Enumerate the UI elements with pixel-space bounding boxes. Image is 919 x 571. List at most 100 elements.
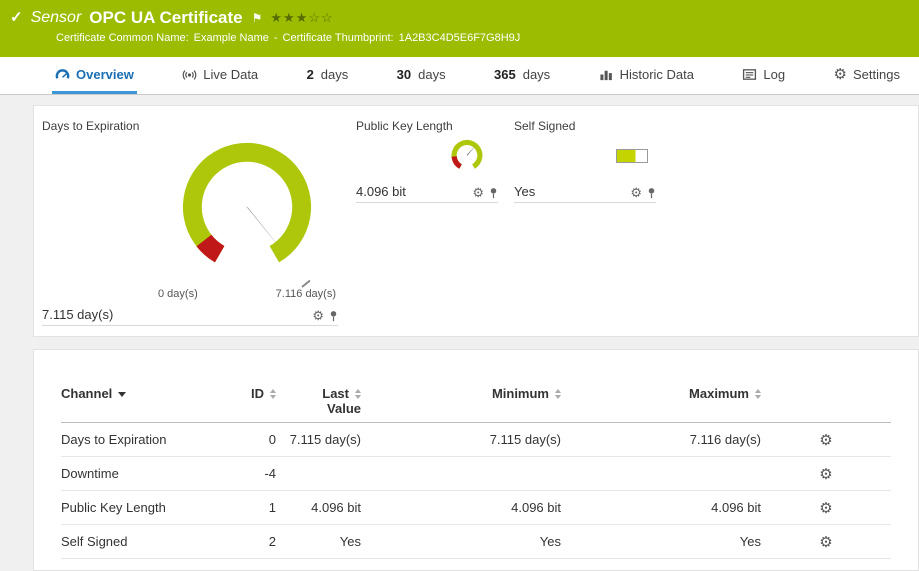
channel-tile-self-signed[interactable]: Self Signed Yes ⚙ xyxy=(514,119,656,203)
tab-overview[interactable]: Overview xyxy=(52,57,137,94)
cell-minimum: 7.115 day(s) xyxy=(361,432,561,447)
tab-label: days xyxy=(321,67,348,82)
cell-channel: Self Signed xyxy=(61,534,231,549)
tab-number: 2 xyxy=(307,67,314,82)
cell-maximum: 7.116 day(s) xyxy=(561,432,761,447)
days-to-expiration-gauge xyxy=(156,133,338,285)
sort-caret-down-icon xyxy=(118,392,126,397)
pin-icon[interactable] xyxy=(647,187,656,199)
pin-icon[interactable] xyxy=(489,187,498,199)
column-header-id[interactable]: ID xyxy=(231,386,276,401)
column-label: ID xyxy=(251,386,264,401)
column-label: Channel xyxy=(61,386,112,401)
channel-tile-days-to-expiration[interactable]: Days to Expiration 0 day(s) 7.116 day(s)… xyxy=(42,119,338,326)
tab-label: Overview xyxy=(76,67,134,82)
gauge-wrapper xyxy=(356,133,498,177)
table-row[interactable]: Public Key Length 1 4.096 bit 4.096 bit … xyxy=(61,491,891,525)
channel-footer: 4.096 bit ⚙ xyxy=(356,184,498,203)
channel-settings-gear-icon[interactable]: ⚙ xyxy=(761,533,891,551)
sort-icon xyxy=(755,389,761,399)
cell-id: 2 xyxy=(231,534,276,549)
tab-30-days[interactable]: 30 days xyxy=(394,57,449,94)
channel-footer: 7.115 day(s) ⚙ xyxy=(42,307,338,326)
tab-settings[interactable]: ⚙ Settings xyxy=(831,57,903,94)
channel-title: Days to Expiration xyxy=(42,119,338,133)
cell-maximum: Yes xyxy=(561,534,761,549)
channel-settings-gear-icon[interactable]: ⚙ xyxy=(761,499,891,517)
needle-marker-icon xyxy=(300,279,312,288)
tab-2-days[interactable]: 2 days xyxy=(304,57,352,94)
content-area: Days to Expiration 0 day(s) 7.116 day(s)… xyxy=(0,95,919,571)
subtitle-dash: - xyxy=(274,32,278,44)
cell-minimum: 4.096 bit xyxy=(361,500,561,515)
pin-icon[interactable] xyxy=(329,310,338,322)
channel-footer: Yes ⚙ xyxy=(514,184,656,203)
cell-id: -4 xyxy=(231,466,276,481)
table-header-row: Channel ID Last Value Minimum Maximum xyxy=(61,386,891,423)
table-row[interactable]: Downtime -4 ⚙ xyxy=(61,457,891,491)
channel-settings-gear-icon[interactable]: ⚙ xyxy=(761,431,891,449)
self-signed-indicator xyxy=(616,149,648,163)
tab-label: Historic Data xyxy=(620,67,694,82)
tab-number: 30 xyxy=(397,67,411,82)
public-key-length-gauge xyxy=(444,136,490,176)
column-label: Minimum xyxy=(492,386,549,401)
column-label: Maximum xyxy=(689,386,749,401)
cell-channel: Public Key Length xyxy=(61,500,231,515)
cell-channel: Downtime xyxy=(61,466,231,481)
historic-data-chart-icon xyxy=(599,67,614,82)
tab-bar: Overview Live Data 2 days 30 days 365 da… xyxy=(0,57,919,95)
gauge-min-label: 0 day(s) xyxy=(158,288,198,300)
sensor-subtitle: Certificate Common Name:Example Name-Cer… xyxy=(56,32,919,44)
live-data-broadcast-icon xyxy=(182,67,197,82)
gauge-max-label: 7.116 day(s) xyxy=(276,288,336,300)
gauges-panel: Days to Expiration 0 day(s) 7.116 day(s)… xyxy=(33,105,919,337)
page: { "colors": { "header_green": "#9bbc00",… xyxy=(0,0,919,571)
channel-last-value: Yes xyxy=(514,184,535,199)
page-title: OPC UA Certificate xyxy=(89,7,242,29)
cell-maximum: 4.096 bit xyxy=(561,500,761,515)
cell-minimum: Yes xyxy=(361,534,561,549)
cell-channel: Days to Expiration xyxy=(61,432,231,447)
tab-label: days xyxy=(523,67,550,82)
overview-gauge-icon xyxy=(55,67,70,82)
stars-empty: ☆☆ xyxy=(308,10,333,25)
column-header-last-value[interactable]: Last Value xyxy=(276,386,361,416)
priority-stars[interactable]: ★★★☆☆ xyxy=(270,7,333,29)
column-label: Value xyxy=(327,401,361,416)
tab-number: 365 xyxy=(494,67,516,82)
log-list-icon xyxy=(742,67,757,82)
cell-last-value: Yes xyxy=(276,534,361,549)
stars-filled: ★★★ xyxy=(270,10,308,25)
gauge-scale-labels: 0 day(s) 7.116 day(s) xyxy=(156,279,338,300)
gauge-wrapper: 0 day(s) 7.116 day(s) xyxy=(156,133,338,300)
tab-live-data[interactable]: Live Data xyxy=(179,57,261,94)
settings-gear-icon: ⚙ xyxy=(834,67,847,82)
channel-gear-icon[interactable]: ⚙ xyxy=(630,186,642,199)
tab-label: Log xyxy=(763,67,785,82)
channel-gear-icon[interactable]: ⚙ xyxy=(472,186,484,199)
channel-tile-public-key-length[interactable]: Public Key Length 4.096 bit ⚙ xyxy=(356,119,498,203)
cell-id: 0 xyxy=(231,432,276,447)
sensor-header: ✓ Sensor OPC UA Certificate ⚑ ★★★☆☆ Cert… xyxy=(0,0,919,57)
channel-gear-icon[interactable]: ⚙ xyxy=(312,309,324,322)
tab-log[interactable]: Log xyxy=(739,57,788,94)
table-row[interactable]: Days to Expiration 0 7.115 day(s) 7.115 … xyxy=(61,423,891,457)
common-name-label: Certificate Common Name: xyxy=(56,32,189,44)
channel-title: Self Signed xyxy=(514,119,656,133)
gauge-wrapper xyxy=(514,133,656,177)
table-row[interactable]: Self Signed 2 Yes Yes Yes ⚙ xyxy=(61,525,891,559)
thumbprint-value: 1A2B3C4D5E6F7G8H9J xyxy=(399,32,521,44)
column-header-minimum[interactable]: Minimum xyxy=(361,386,561,401)
flag-icon[interactable]: ⚑ xyxy=(252,7,263,29)
column-header-channel[interactable]: Channel xyxy=(61,386,231,401)
cell-id: 1 xyxy=(231,500,276,515)
tab-365-days[interactable]: 365 days xyxy=(491,57,553,94)
thumbprint-label: Certificate Thumbprint: xyxy=(283,32,394,44)
channel-last-value: 4.096 bit xyxy=(356,184,406,199)
column-header-maximum[interactable]: Maximum xyxy=(561,386,761,401)
tab-historic-data[interactable]: Historic Data xyxy=(596,57,697,94)
tab-label: days xyxy=(418,67,445,82)
channel-settings-gear-icon[interactable]: ⚙ xyxy=(761,465,891,483)
tab-label: Settings xyxy=(853,67,900,82)
